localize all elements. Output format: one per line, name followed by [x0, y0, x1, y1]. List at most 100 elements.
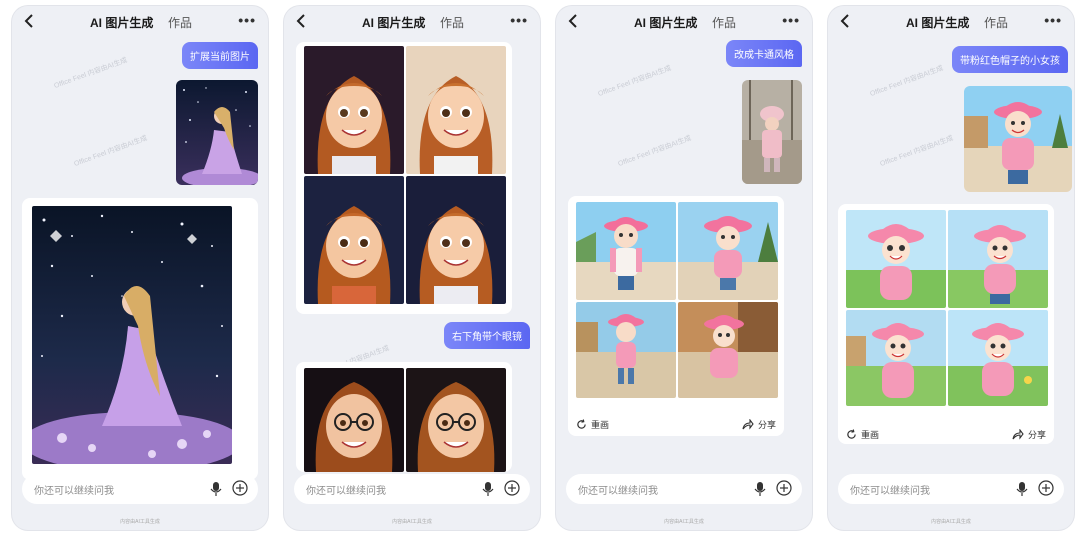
phone-screen-1: AI 图片生成 作品 ••• Office Feel 内容由AI生成 Offic… [12, 6, 268, 530]
watermark: Office Feel 内容由AI生成 [73, 134, 149, 168]
share-label: 分享 [757, 420, 776, 430]
prompt-bubble: 改成卡通风格 [726, 40, 802, 67]
prompt-bubble: 扩展当前图片 [182, 42, 258, 69]
regenerate-label: 重画 [861, 430, 880, 440]
cartoon-girl-image [406, 176, 506, 304]
more-icon[interactable]: ••• [510, 12, 528, 28]
generated-image[interactable] [304, 46, 404, 174]
tab-ai-image[interactable]: AI 图片生成 [634, 14, 697, 31]
result-card [22, 198, 258, 480]
result-card: 重画 分享 [568, 196, 784, 436]
tab-works[interactable]: 作品 [440, 14, 464, 31]
mic-icon[interactable] [482, 481, 494, 497]
cartoon-pink-hat-girl-image [948, 310, 1048, 406]
generated-image[interactable] [948, 210, 1048, 308]
generated-image[interactable] [406, 368, 506, 472]
share-button[interactable]: 分享 [742, 418, 776, 431]
prompt-bubble: 右下角带个眼镜 [444, 322, 530, 349]
starry-girl-image [176, 80, 258, 185]
generated-image[interactable] [406, 46, 506, 174]
input-placeholder: 你还可以继续问我 [850, 486, 930, 497]
cartoon-pink-hat-girl-image [678, 302, 778, 398]
chat-input[interactable]: 你还可以继续问我 [294, 474, 530, 504]
chat-input[interactable]: 你还可以继续问我 [566, 474, 802, 504]
tab-ai-image[interactable]: AI 图片生成 [362, 14, 425, 31]
tab-ai-image[interactable]: AI 图片生成 [90, 14, 153, 31]
footnote: 内容由AI工具生成 [392, 519, 432, 525]
phone-screen-4: AI 图片生成 作品 ••• Office Feel 内容由AI生成 Offic… [828, 6, 1074, 530]
generated-image[interactable] [304, 368, 404, 472]
generated-image[interactable] [576, 202, 676, 300]
result-card [296, 362, 512, 472]
plus-icon[interactable] [776, 480, 792, 496]
tab-ai-image[interactable]: AI 图片生成 [906, 14, 969, 31]
source-image[interactable] [176, 80, 258, 185]
generated-image[interactable] [678, 202, 778, 300]
footnote: 内容由AI工具生成 [931, 519, 971, 525]
watermark: Office Feel 内容由AI生成 [53, 56, 129, 90]
watermark: Office Feel 内容由AI生成 [597, 64, 673, 98]
input-placeholder: 你还可以继续问我 [578, 486, 658, 497]
cartoon-girl-image [304, 46, 404, 174]
cartoon-pink-hat-girl-image [846, 210, 946, 308]
cartoon-pink-hat-girl-image [678, 202, 778, 300]
chat-input[interactable]: 你还可以继续问我 [838, 474, 1064, 504]
watermark: Office Feel 内容由AI生成 [869, 64, 945, 98]
child-photo-image [742, 80, 802, 184]
generated-image[interactable] [678, 302, 778, 398]
footnote: 内容由AI工具生成 [664, 519, 704, 525]
more-icon[interactable]: ••• [238, 12, 256, 28]
cartoon-pink-hat-girl-image [964, 86, 1072, 192]
regenerate-button[interactable]: 重画 [576, 418, 609, 431]
share-label: 分享 [1027, 430, 1046, 440]
tab-works[interactable]: 作品 [984, 14, 1008, 31]
generated-image[interactable] [948, 310, 1048, 406]
top-bar: AI 图片生成 作品 ••• [828, 6, 1074, 36]
tab-works[interactable]: 作品 [712, 14, 736, 31]
chevron-left-icon[interactable] [566, 13, 580, 29]
chevron-left-icon[interactable] [294, 13, 308, 29]
more-icon[interactable]: ••• [1044, 12, 1062, 28]
refresh-icon [847, 429, 856, 439]
generated-image[interactable] [304, 176, 404, 304]
expanded-starry-image [32, 206, 232, 464]
tab-works[interactable]: 作品 [168, 14, 192, 31]
mic-icon[interactable] [754, 481, 766, 497]
mic-icon[interactable] [210, 481, 222, 497]
more-icon[interactable]: ••• [782, 12, 800, 28]
cartoon-pink-hat-girl-image [846, 310, 946, 406]
share-button[interactable]: 分享 [1012, 428, 1046, 441]
source-image[interactable] [964, 86, 1072, 192]
refresh-icon [577, 419, 586, 429]
top-bar: AI 图片生成 作品 ••• [12, 6, 268, 36]
top-bar: AI 图片生成 作品 ••• [284, 6, 540, 36]
plus-icon[interactable] [504, 480, 520, 496]
share-icon [742, 419, 754, 430]
result-card: 重画 分享 [838, 204, 1054, 444]
chat-input[interactable]: 你还可以继续问我 [22, 474, 258, 504]
chevron-left-icon[interactable] [838, 13, 852, 29]
generated-image[interactable] [32, 206, 232, 464]
mic-icon[interactable] [1016, 481, 1028, 497]
girl-with-glasses-image [304, 368, 404, 472]
cartoon-pink-hat-girl-image [576, 302, 676, 398]
generated-image[interactable] [576, 302, 676, 398]
generated-image[interactable] [846, 310, 946, 406]
top-bar: AI 图片生成 作品 ••• [556, 6, 812, 36]
generated-image[interactable] [846, 210, 946, 308]
chevron-left-icon[interactable] [22, 13, 36, 29]
plus-icon[interactable] [232, 480, 248, 496]
share-icon [1012, 429, 1024, 440]
watermark: Office Feel 内容由AI生成 [617, 134, 693, 168]
regenerate-button[interactable]: 重画 [846, 428, 879, 441]
generated-image[interactable] [406, 176, 506, 304]
cartoon-pink-hat-girl-image [948, 210, 1048, 308]
cartoon-girl-image [406, 46, 506, 174]
cartoon-pink-hat-girl-image [576, 202, 676, 300]
source-image[interactable] [742, 80, 802, 184]
plus-icon[interactable] [1038, 480, 1054, 496]
input-placeholder: 你还可以继续问我 [34, 486, 114, 497]
cartoon-girl-image [304, 176, 404, 304]
girl-with-glasses-image [406, 368, 506, 472]
phone-screen-2: AI 图片生成 作品 ••• Office Feel 内容由AI生成 右下角带个… [284, 6, 540, 530]
